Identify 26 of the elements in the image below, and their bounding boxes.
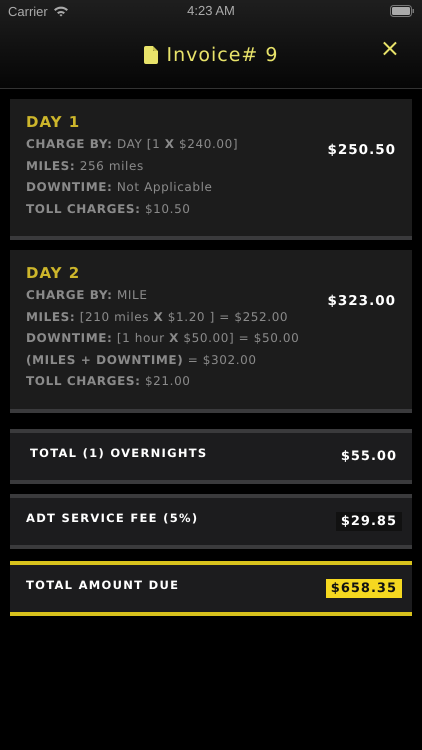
close-button[interactable]: × [380, 36, 400, 60]
summary-label: ADT SERVICE FEE (5%) [26, 511, 198, 525]
charge-detail: MILES: [210 miles X $1.20 ] = $252.00 [26, 308, 290, 326]
summary-amount: $658.35 [326, 578, 402, 598]
charge-detail: (MILES + DOWNTIME) = $302.00 [26, 352, 258, 368]
charge-detail: MILES: 256 miles [26, 158, 145, 174]
invoice-title: Invoice# 9 [166, 44, 278, 66]
charge-detail: CHARGE BY: MILE [26, 287, 149, 304]
charge-detail: CHARGE BY: DAY [1 X $240.00] [26, 136, 238, 153]
summary-label: TOTAL AMOUNT DUE [26, 578, 180, 592]
day-title: DAY 1 [26, 113, 82, 131]
carrier-label: Carrier [8, 4, 48, 18]
battery-icon [390, 5, 414, 17]
day-amount: $250.50 [328, 142, 396, 160]
clock-time: 4:23 AM [187, 3, 235, 18]
charge-detail: DOWNTIME: Not Applicable [26, 179, 214, 196]
charge-detail: TOLL CHARGES: $21.00 [26, 373, 192, 390]
wifi-icon [52, 5, 69, 17]
day-title: DAY 2 [26, 264, 82, 282]
summary-amount: $29.85 [336, 512, 402, 530]
document-icon [144, 46, 158, 64]
summary-amount: $55.00 [340, 448, 398, 466]
charge-detail: TOLL CHARGES: $10.50 [26, 200, 192, 218]
day-amount: $323.00 [328, 293, 396, 311]
charge-detail: DOWNTIME: [1 hour X $50.00] = $50.00 [26, 330, 300, 347]
summary-label: TOTAL (1) OVERNIGHTS [30, 446, 208, 460]
